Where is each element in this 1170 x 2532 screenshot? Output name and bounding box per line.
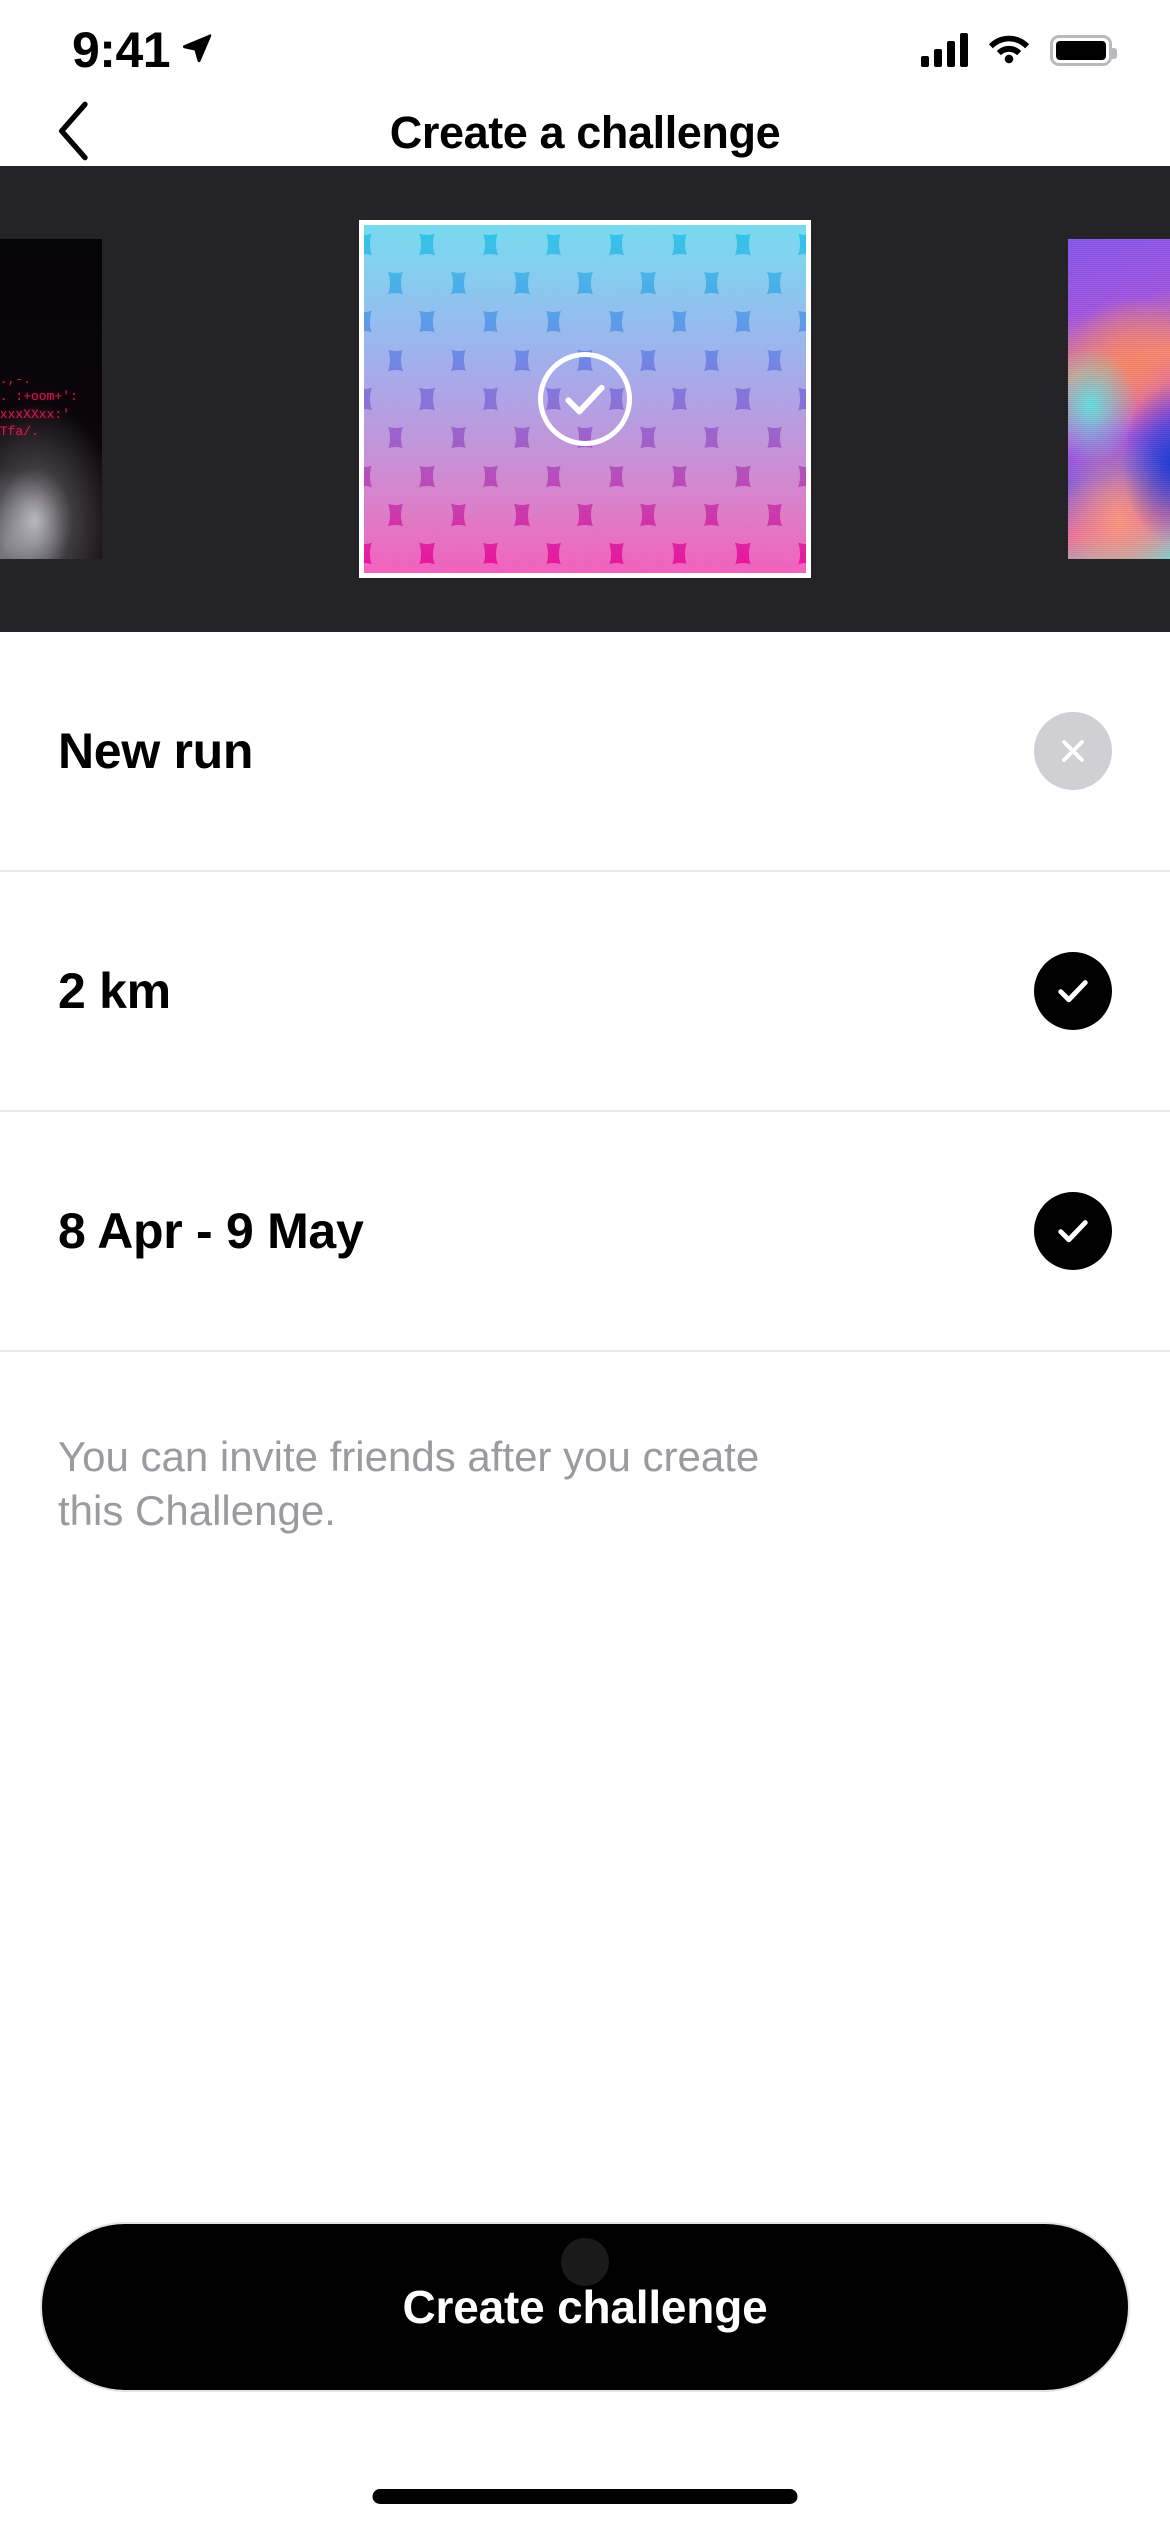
challenge-distance-row[interactable]: 2 km bbox=[0, 872, 1170, 1112]
create-challenge-label: Create challenge bbox=[402, 2281, 768, 2333]
cta-container: Create challenge bbox=[0, 2222, 1170, 2392]
status-bar-right bbox=[921, 32, 1117, 69]
status-bar-left: 9:41 bbox=[72, 25, 214, 75]
app-screen: 9:41 Create a challenge .,-. '.:+oom+':… bbox=[0, 0, 1170, 2532]
location-arrow-icon bbox=[180, 31, 214, 70]
status-bar-clock: 9:41 bbox=[72, 22, 171, 78]
wifi-icon bbox=[988, 32, 1030, 69]
cover-image-carousel[interactable]: '.,-. '. :+oom+': +xxxXXxx:' STfa/. bbox=[0, 166, 1170, 632]
create-challenge-button[interactable]: Create challenge bbox=[40, 2222, 1130, 2392]
ascii-glyph-overlay: '.,-. '. :+oom+': +xxxXXxx:' STfa/. bbox=[0, 371, 78, 440]
chevron-left-icon bbox=[55, 101, 95, 166]
status-bar: 9:41 bbox=[0, 0, 1170, 100]
row-label: 2 km bbox=[58, 963, 171, 1019]
battery-icon bbox=[1050, 34, 1117, 66]
close-icon[interactable] bbox=[1034, 712, 1112, 790]
challenge-settings-list: New run 2 km 8 Apr - 9 May You can invit… bbox=[0, 632, 1170, 1538]
page-title: Create a challenge bbox=[389, 107, 781, 158]
carousel-card-gradient-wave[interactable] bbox=[359, 220, 811, 578]
check-circle-outline-icon bbox=[538, 352, 632, 446]
navigation-bar: Create a challenge bbox=[0, 100, 1170, 166]
touch-ripple-highlight bbox=[561, 2238, 609, 2286]
row-label: 8 Apr - 9 May bbox=[58, 1203, 364, 1259]
back-button[interactable] bbox=[40, 98, 110, 168]
row-label: New run bbox=[58, 723, 254, 779]
check-icon[interactable] bbox=[1034, 952, 1112, 1030]
invite-helper-text: You can invite friends after you create … bbox=[58, 1433, 760, 1534]
challenge-name-row[interactable]: New run bbox=[0, 632, 1170, 872]
gradient-wave-artwork bbox=[364, 225, 806, 573]
carousel-card-dark-smoke[interactable]: '.,-. '. :+oom+': +xxxXXxx:' STfa/. bbox=[0, 239, 102, 559]
carousel-card-abstract-color[interactable] bbox=[1068, 239, 1170, 559]
challenge-dates-row[interactable]: 8 Apr - 9 May bbox=[0, 1112, 1170, 1352]
cellular-signal-icon bbox=[921, 33, 968, 67]
home-indicator[interactable] bbox=[372, 2489, 798, 2504]
abstract-gradient-artwork bbox=[1068, 239, 1170, 559]
check-icon[interactable] bbox=[1034, 1192, 1112, 1270]
dark-smoke-artwork: '.,-. '. :+oom+': +xxxXXxx:' STfa/. bbox=[0, 239, 102, 559]
